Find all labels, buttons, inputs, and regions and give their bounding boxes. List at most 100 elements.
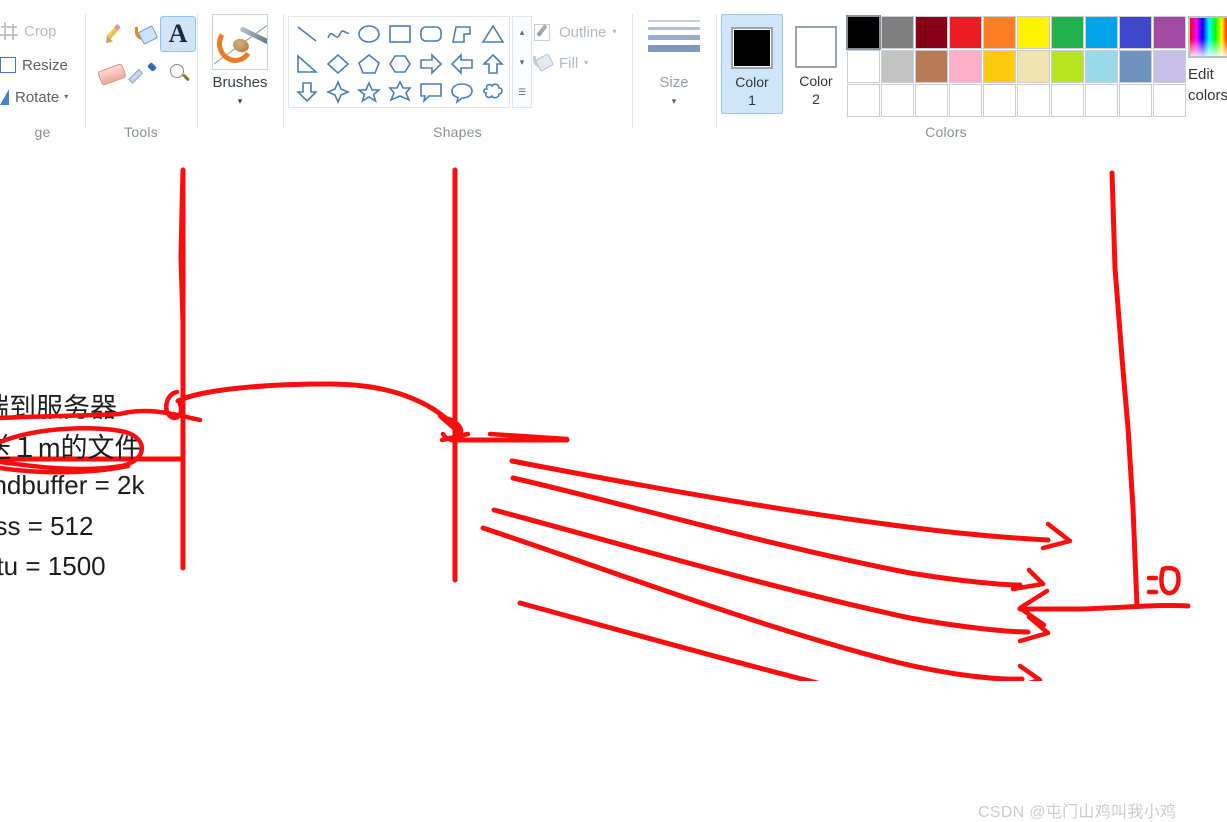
outline-button[interactable]: Outline ▾ [533,22,617,42]
crop-button[interactable]: Crop [0,18,57,44]
shape-triangle[interactable] [477,19,508,49]
shape-right-triangle[interactable] [446,19,477,49]
data-arrow-5 [517,600,820,681]
shape-line[interactable] [291,19,322,49]
text-tool-button[interactable]: A [160,16,196,52]
palette-swatch-0-7[interactable] [1085,16,1118,49]
pencil-tool-button[interactable] [95,18,129,52]
shape-four-point-star[interactable] [322,77,353,107]
palette-swatch-2-5[interactable] [1017,84,1050,117]
palette-swatch-0-5[interactable] [1017,16,1050,49]
edit-colors-button[interactable]: Edit colors [1188,16,1227,106]
brushes-icon[interactable] [212,14,268,70]
brushes-label[interactable]: Brushes [197,74,283,91]
color-1-button[interactable]: Color 1 [721,14,783,114]
palette-swatch-1-8[interactable] [1119,50,1152,83]
shape-diagonal-triangle[interactable] [291,49,322,79]
shape-oval-callout[interactable] [446,77,477,107]
palette-swatch-2-4[interactable] [983,84,1016,117]
palette-swatch-1-6[interactable] [1051,50,1084,83]
palette-swatch-0-6[interactable] [1051,16,1084,49]
fill-button[interactable]: Fill ▾ [533,53,588,72]
palette-swatch-0-9[interactable] [1153,16,1186,49]
palette-swatch-0-1[interactable] [881,16,914,49]
palette-swatch-2-1[interactable] [881,84,914,117]
palette-swatch-0-8[interactable] [1119,16,1152,49]
chevron-down-icon[interactable]: ▾ [197,96,283,107]
chevron-down-icon[interactable]: ▾ [584,59,588,67]
shapes-gallery-scrollbar[interactable]: ▴ ▾ ☰ [512,16,532,108]
scroll-up-icon[interactable]: ▴ [513,17,531,47]
shape-five-point-star[interactable] [353,77,384,107]
shape-down-arrow[interactable] [291,77,322,107]
palette-swatch-2-9[interactable] [1153,84,1186,117]
palette-swatch-1-3[interactable] [949,50,982,83]
annotation-line-1: 端到服务器 [0,393,117,423]
palette-swatch-0-0[interactable] [846,15,881,50]
data-arrow-1-head [1040,521,1073,551]
ack-arrow [1017,602,1191,612]
group-label-tools: Tools [124,124,158,140]
color-2-caption-top: Color [799,73,833,89]
palette-swatch-1-9[interactable] [1153,50,1186,83]
pencil-icon [101,23,123,46]
data-arrow-2-head [1010,567,1046,592]
csdn-watermark: CSDN @屯门山鸡叫我小鸡 [978,804,1177,821]
rotate-button[interactable]: Rotate ▾ [0,84,68,110]
shape-curve[interactable] [322,19,353,49]
palette-swatch-1-7[interactable] [1085,50,1118,83]
color-2-swatch[interactable] [795,26,837,68]
color-2-button[interactable]: Color 2 [785,14,847,114]
eraser-tool-button[interactable] [95,57,129,91]
palette-swatch-1-1[interactable] [881,50,914,83]
shape-cloud-callout[interactable] [477,77,508,107]
scroll-down-icon[interactable]: ▾ [513,47,531,77]
shape-oval[interactable] [353,19,384,49]
palette-swatch-2-6[interactable] [1051,84,1084,117]
shape-pentagon[interactable] [353,49,384,79]
ribbon: Crop Resize Rotate ▾ ge Tools A Brushes … [0,0,1227,148]
palette-swatch-1-0[interactable] [847,50,880,83]
color-1-caption: Color 1 [722,73,782,109]
resize-button[interactable]: Resize [0,52,68,78]
shape-rounded-rectangle[interactable] [415,19,446,49]
shape-hexagon[interactable] [384,49,415,79]
paint-canvas[interactable]: 端到服务器 送１m的文件 endbuffer = 2k nss = 512 nt… [0,148,1227,821]
palette-swatch-2-7[interactable] [1085,84,1118,117]
palette-swatch-1-2[interactable] [915,50,948,83]
palette-swatch-2-8[interactable] [1119,84,1152,117]
shape-left-arrow[interactable] [446,49,477,79]
palette-swatch-2-0[interactable] [847,84,880,117]
shape-right-arrow[interactable] [415,49,446,79]
chevron-down-icon[interactable]: ▾ [613,28,617,36]
palette-swatch-2-3[interactable] [949,84,982,117]
magnifier-tool-button[interactable] [163,57,197,91]
shape-six-point-star[interactable] [384,77,415,107]
fill-icon [533,53,555,72]
palette-swatch-0-2[interactable] [915,16,948,49]
palette-swatch-0-4[interactable] [983,16,1016,49]
size-icon[interactable] [648,20,700,66]
chevron-down-icon[interactable]: ▾ [64,93,68,101]
palette-swatch-1-5[interactable] [1017,50,1050,83]
color-1-swatch[interactable] [731,27,773,69]
shape-up-arrow[interactable] [477,49,508,79]
scroll-expand-icon[interactable]: ☰ [513,77,531,107]
data-arrow-4 [480,525,1025,681]
shapes-gallery[interactable] [288,16,510,108]
palette-swatch-0-3[interactable] [949,16,982,49]
size-label[interactable]: Size [632,74,716,91]
chevron-down-icon[interactable]: ▾ [632,96,716,107]
group-label-image: ge [34,124,51,140]
palette-swatch-1-4[interactable] [983,50,1016,83]
fill-with-color-tool-button[interactable] [129,18,163,52]
color-picker-tool-button[interactable] [128,57,163,91]
shape-diamond[interactable] [322,49,353,79]
shape-rectangle[interactable] [384,19,415,49]
palette-swatch-2-2[interactable] [915,84,948,117]
client-timeline [178,167,186,571]
smiley-d [1159,565,1181,596]
color-2-caption-bottom: 2 [812,91,820,107]
shape-rectangular-callout[interactable] [415,77,446,107]
annotation-line-5: ntu = 1500 [0,551,106,581]
